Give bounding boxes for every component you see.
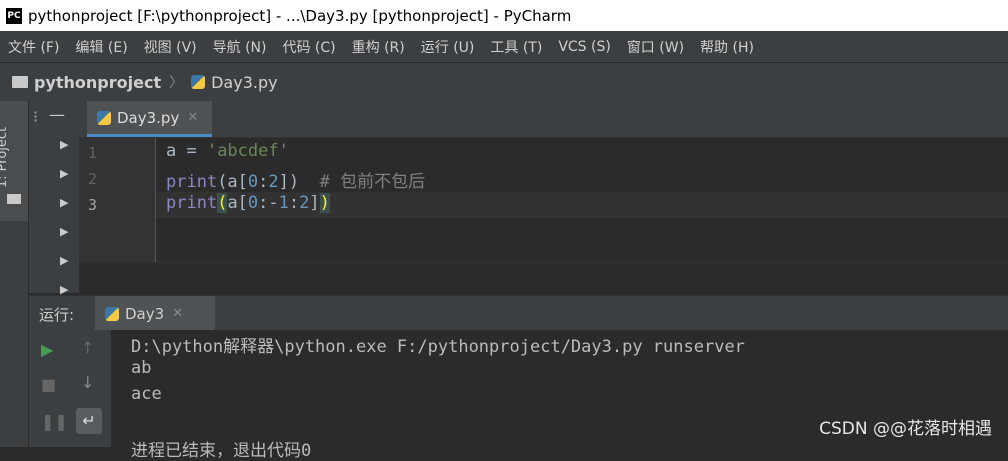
output-line: D:\python解释器\python.exe F:/pythonproject… <box>131 337 745 357</box>
stop-icon[interactable]: ■ <box>41 375 56 394</box>
code-line[interactable]: a = 'abcdef' <box>166 141 289 161</box>
menu-item[interactable]: VCS (S) <box>550 39 619 55</box>
code-line[interactable]: print(a[0:-1:2]) <box>166 193 330 213</box>
project-panel-header: ⁝ — <box>29 101 79 137</box>
code-token: 'abcdef' <box>206 141 289 161</box>
menu-item[interactable]: 文件 (F) <box>0 37 67 57</box>
code-token: (a[ <box>217 172 248 192</box>
code-token: 0 <box>247 193 259 213</box>
breadcrumb-project[interactable]: pythonproject <box>34 73 161 92</box>
code-token: a[ <box>227 193 248 213</box>
menu-item[interactable]: 工具 (T) <box>482 37 550 57</box>
code-token: ( <box>217 193 228 213</box>
tab-day3-py[interactable]: Day3.py ✕ <box>87 101 212 137</box>
run-label: 运行: <box>39 306 75 324</box>
output-line: 进程已结束，退出代码0 <box>131 441 312 461</box>
run-toolbar: ▶ ↑ ■ ↓ ❚❚ ↵ <box>29 330 111 447</box>
code-token: ]) <box>278 172 300 192</box>
pycharm-logo-icon: PC <box>6 7 22 24</box>
minimize-icon[interactable]: — <box>49 105 65 124</box>
output-line: ab <box>131 358 152 378</box>
menu-item[interactable]: 运行 (U) <box>413 37 483 57</box>
chevron-right-icon: 〉 <box>169 75 184 91</box>
python-file-icon <box>105 306 119 321</box>
folder-icon <box>12 76 28 88</box>
expand-arrow-icon[interactable]: ▶ <box>60 188 68 217</box>
code-token: 2 <box>299 193 310 213</box>
code-token: print <box>166 193 218 213</box>
code-token: ] <box>309 193 320 213</box>
code-token: :- <box>258 193 279 213</box>
menu-item[interactable]: 帮助 (H) <box>692 37 762 57</box>
python-file-icon <box>97 110 111 125</box>
window-title: pythonproject [F:\pythonproject] - ...\D… <box>28 6 572 25</box>
expand-arrow-icon[interactable]: ▶ <box>60 159 68 188</box>
watermark: CSDN @@花落时相遇 <box>819 419 992 439</box>
line-gutter: 1 2 3 <box>79 138 156 262</box>
code-line[interactable]: print(a[0:2]) # 包前不包后 <box>166 167 425 192</box>
menu-item[interactable]: 重构 (R) <box>344 37 413 57</box>
breadcrumb-file[interactable]: Day3.py <box>211 73 277 92</box>
line-number: 1 <box>88 144 98 162</box>
close-icon[interactable]: ✕ <box>172 306 183 321</box>
up-arrow-icon[interactable]: ↑ <box>81 338 94 357</box>
project-tab-label: 1: Project <box>0 126 11 189</box>
run-panel-header: 运行: Day3 ✕ <box>29 295 1008 331</box>
pause-icon[interactable]: ❚❚ <box>41 412 68 431</box>
python-file-icon <box>191 75 206 89</box>
run-tab-label: Day3 <box>125 304 165 323</box>
editor-empty-area <box>79 262 1008 296</box>
menu-item[interactable]: 视图 (V) <box>136 37 205 57</box>
line-number: 3 <box>88 196 98 214</box>
title-bar: PC pythonproject [F:\pythonproject] - ..… <box>0 0 1008 31</box>
options-icon[interactable]: ⁝ <box>33 107 38 126</box>
menu-bar: 文件 (F) 编辑 (E) 视图 (V) 导航 (N) 代码 (C) 重构 (R) 运行 (… <box>0 31 1008 62</box>
code-token: 1 <box>278 193 289 213</box>
code-token: a = <box>166 141 207 161</box>
close-icon[interactable]: ✕ <box>187 110 198 125</box>
expand-arrow-icon[interactable]: ▶ <box>60 246 68 275</box>
project-folder-icon <box>7 194 21 204</box>
rerun-icon[interactable]: ▶ <box>41 340 53 359</box>
editor-tab-bar: Day3.py ✕ <box>79 101 1008 138</box>
soft-wrap-icon[interactable]: ↵ <box>76 408 102 434</box>
code-token: print <box>166 172 218 192</box>
code-token: : <box>288 193 300 213</box>
down-arrow-icon[interactable]: ↓ <box>81 373 94 392</box>
tab-label: Day3.py <box>117 108 180 127</box>
code-token: # 包前不包后 <box>299 172 426 192</box>
menu-item[interactable]: 窗口 (W) <box>619 37 692 57</box>
output-line: ace <box>131 384 162 404</box>
menu-item[interactable]: 代码 (C) <box>274 37 343 57</box>
tree-expand-arrows: ▶ ▶ ▶ ▶ ▶ ▶ <box>60 130 68 304</box>
code-token: 0 <box>247 172 259 192</box>
line-number: 2 <box>88 170 98 188</box>
code-token: : <box>258 172 269 192</box>
menu-item[interactable]: 导航 (N) <box>205 37 275 57</box>
expand-arrow-icon[interactable]: ▶ <box>60 130 68 159</box>
breadcrumb: pythonproject 〉 Day3.py <box>0 62 1008 101</box>
menu-item[interactable]: 编辑 (E) <box>67 37 135 57</box>
expand-arrow-icon[interactable]: ▶ <box>60 217 68 246</box>
code-token: 2 <box>268 172 279 192</box>
tab-run-day3[interactable]: Day3 ✕ <box>95 296 215 331</box>
code-token: ) <box>319 193 330 213</box>
